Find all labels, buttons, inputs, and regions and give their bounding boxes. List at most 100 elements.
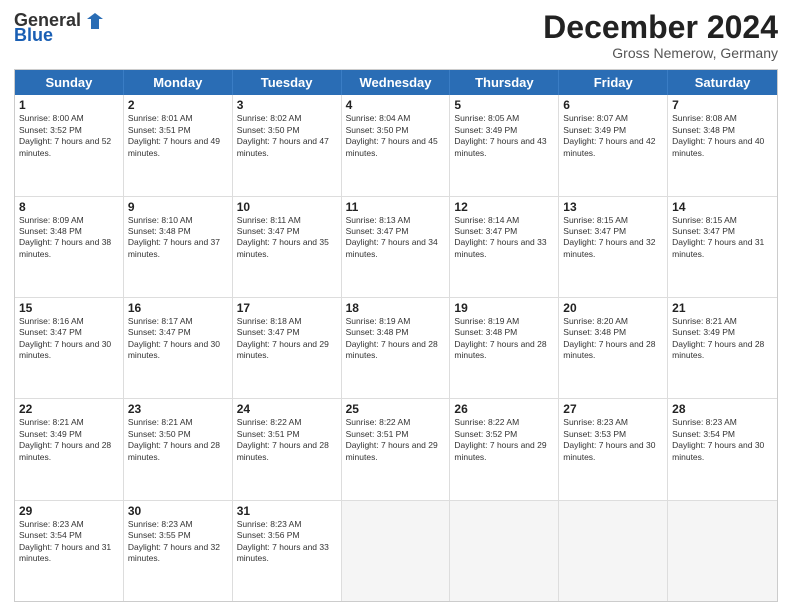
sunrise-text: Sunrise: 8:22 AM: [454, 417, 519, 427]
sunset-text: Sunset: 3:48 PM: [672, 125, 735, 135]
sunrise-text: Sunrise: 8:19 AM: [346, 316, 411, 326]
daylight-label: Daylight: 7 hours and 32 minutes.: [128, 542, 220, 563]
daylight-label: Daylight: 7 hours and 28 minutes.: [563, 339, 655, 360]
calendar-day-19: 19Sunrise: 8:19 AMSunset: 3:48 PMDayligh…: [450, 298, 559, 398]
calendar-day-7: 7Sunrise: 8:08 AMSunset: 3:48 PMDaylight…: [668, 95, 777, 195]
sunset-text: Sunset: 3:51 PM: [346, 429, 409, 439]
calendar-week-2: 8Sunrise: 8:09 AMSunset: 3:48 PMDaylight…: [15, 196, 777, 297]
daylight-label: Daylight: 7 hours and 43 minutes.: [454, 136, 546, 157]
sunrise-text: Sunrise: 8:09 AM: [19, 215, 84, 225]
day-info: Sunrise: 8:08 AMSunset: 3:48 PMDaylight:…: [672, 113, 773, 159]
day-info: Sunrise: 8:23 AMSunset: 3:54 PMDaylight:…: [672, 417, 773, 463]
sunset-text: Sunset: 3:49 PM: [563, 125, 626, 135]
calendar-day-11: 11Sunrise: 8:13 AMSunset: 3:47 PMDayligh…: [342, 197, 451, 297]
day-number: 6: [563, 98, 663, 112]
page-header: General Blue December 2024 Gross Nemerow…: [14, 10, 778, 61]
day-number: 26: [454, 402, 554, 416]
sunrise-text: Sunrise: 8:10 AM: [128, 215, 193, 225]
day-number: 28: [672, 402, 773, 416]
sunset-text: Sunset: 3:47 PM: [563, 226, 626, 236]
day-info: Sunrise: 8:23 AMSunset: 3:56 PMDaylight:…: [237, 519, 337, 565]
day-info: Sunrise: 8:19 AMSunset: 3:48 PMDaylight:…: [454, 316, 554, 362]
day-number: 8: [19, 200, 119, 214]
day-number: 23: [128, 402, 228, 416]
calendar-empty-cell: [668, 501, 777, 601]
sunrise-text: Sunrise: 8:22 AM: [346, 417, 411, 427]
calendar-day-12: 12Sunrise: 8:14 AMSunset: 3:47 PMDayligh…: [450, 197, 559, 297]
day-number: 2: [128, 98, 228, 112]
sunset-text: Sunset: 3:48 PM: [346, 327, 409, 337]
daylight-label: Daylight: 7 hours and 30 minutes.: [19, 339, 111, 360]
sunset-text: Sunset: 3:47 PM: [237, 226, 300, 236]
logo-blue: Blue: [14, 25, 53, 46]
calendar-day-30: 30Sunrise: 8:23 AMSunset: 3:55 PMDayligh…: [124, 501, 233, 601]
day-info: Sunrise: 8:17 AMSunset: 3:47 PMDaylight:…: [128, 316, 228, 362]
daylight-label: Daylight: 7 hours and 37 minutes.: [128, 237, 220, 258]
daylight-label: Daylight: 7 hours and 49 minutes.: [128, 136, 220, 157]
day-number: 1: [19, 98, 119, 112]
day-info: Sunrise: 8:21 AMSunset: 3:50 PMDaylight:…: [128, 417, 228, 463]
daylight-label: Daylight: 7 hours and 34 minutes.: [346, 237, 438, 258]
day-info: Sunrise: 8:04 AMSunset: 3:50 PMDaylight:…: [346, 113, 446, 159]
sunset-text: Sunset: 3:49 PM: [454, 125, 517, 135]
sunrise-text: Sunrise: 8:19 AM: [454, 316, 519, 326]
sunset-text: Sunset: 3:52 PM: [454, 429, 517, 439]
sunrise-text: Sunrise: 8:23 AM: [19, 519, 84, 529]
sunset-text: Sunset: 3:55 PM: [128, 530, 191, 540]
sunset-text: Sunset: 3:48 PM: [19, 226, 82, 236]
logo-flag-icon: [85, 11, 105, 31]
sunrise-text: Sunrise: 8:15 AM: [563, 215, 628, 225]
day-number: 10: [237, 200, 337, 214]
day-info: Sunrise: 8:05 AMSunset: 3:49 PMDaylight:…: [454, 113, 554, 159]
location: Gross Nemerow, Germany: [543, 45, 778, 61]
sunset-text: Sunset: 3:51 PM: [128, 125, 191, 135]
calendar-day-4: 4Sunrise: 8:04 AMSunset: 3:50 PMDaylight…: [342, 95, 451, 195]
daylight-label: Daylight: 7 hours and 33 minutes.: [237, 542, 329, 563]
daylight-label: Daylight: 7 hours and 38 minutes.: [19, 237, 111, 258]
sunrise-text: Sunrise: 8:21 AM: [128, 417, 193, 427]
sunset-text: Sunset: 3:49 PM: [672, 327, 735, 337]
calendar-day-25: 25Sunrise: 8:22 AMSunset: 3:51 PMDayligh…: [342, 399, 451, 499]
daylight-label: Daylight: 7 hours and 28 minutes.: [346, 339, 438, 360]
sunrise-text: Sunrise: 8:21 AM: [672, 316, 737, 326]
day-info: Sunrise: 8:02 AMSunset: 3:50 PMDaylight:…: [237, 113, 337, 159]
calendar-week-4: 22Sunrise: 8:21 AMSunset: 3:49 PMDayligh…: [15, 398, 777, 499]
calendar-empty-cell: [559, 501, 668, 601]
day-info: Sunrise: 8:15 AMSunset: 3:47 PMDaylight:…: [563, 215, 663, 261]
day-number: 31: [237, 504, 337, 518]
daylight-label: Daylight: 7 hours and 28 minutes.: [128, 440, 220, 461]
day-info: Sunrise: 8:15 AMSunset: 3:47 PMDaylight:…: [672, 215, 773, 261]
sunset-text: Sunset: 3:47 PM: [19, 327, 82, 337]
day-info: Sunrise: 8:13 AMSunset: 3:47 PMDaylight:…: [346, 215, 446, 261]
day-number: 18: [346, 301, 446, 315]
day-number: 9: [128, 200, 228, 214]
daylight-label: Daylight: 7 hours and 47 minutes.: [237, 136, 329, 157]
calendar-day-8: 8Sunrise: 8:09 AMSunset: 3:48 PMDaylight…: [15, 197, 124, 297]
day-info: Sunrise: 8:22 AMSunset: 3:51 PMDaylight:…: [237, 417, 337, 463]
calendar-empty-cell: [450, 501, 559, 601]
calendar-day-27: 27Sunrise: 8:23 AMSunset: 3:53 PMDayligh…: [559, 399, 668, 499]
daylight-label: Daylight: 7 hours and 35 minutes.: [237, 237, 329, 258]
calendar-day-21: 21Sunrise: 8:21 AMSunset: 3:49 PMDayligh…: [668, 298, 777, 398]
day-number: 14: [672, 200, 773, 214]
sunset-text: Sunset: 3:47 PM: [346, 226, 409, 236]
day-info: Sunrise: 8:14 AMSunset: 3:47 PMDaylight:…: [454, 215, 554, 261]
calendar-body: 1Sunrise: 8:00 AMSunset: 3:52 PMDaylight…: [15, 95, 777, 601]
calendar-empty-cell: [342, 501, 451, 601]
calendar-day-15: 15Sunrise: 8:16 AMSunset: 3:47 PMDayligh…: [15, 298, 124, 398]
day-number: 24: [237, 402, 337, 416]
calendar-day-23: 23Sunrise: 8:21 AMSunset: 3:50 PMDayligh…: [124, 399, 233, 499]
sunrise-text: Sunrise: 8:04 AM: [346, 113, 411, 123]
page-container: General Blue December 2024 Gross Nemerow…: [0, 0, 792, 612]
sunrise-text: Sunrise: 8:15 AM: [672, 215, 737, 225]
calendar-day-9: 9Sunrise: 8:10 AMSunset: 3:48 PMDaylight…: [124, 197, 233, 297]
daylight-label: Daylight: 7 hours and 28 minutes.: [237, 440, 329, 461]
day-number: 25: [346, 402, 446, 416]
day-number: 16: [128, 301, 228, 315]
title-area: December 2024 Gross Nemerow, Germany: [543, 10, 778, 61]
header-day-thursday: Thursday: [450, 70, 559, 95]
calendar-day-18: 18Sunrise: 8:19 AMSunset: 3:48 PM Dayligh…: [342, 298, 451, 398]
sunset-text: Sunset: 3:48 PM: [128, 226, 191, 236]
sunset-text: Sunset: 3:48 PM: [454, 327, 517, 337]
sunrise-text: Sunrise: 8:08 AM: [672, 113, 737, 123]
